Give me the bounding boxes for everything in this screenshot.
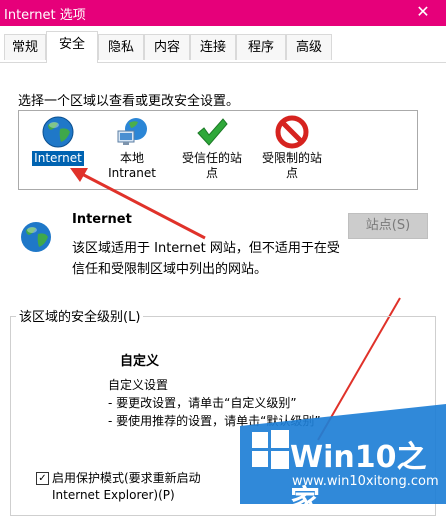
globe-icon [42, 116, 74, 148]
title-bar: Internet 选项 ✕ [0, 0, 446, 26]
tab-bar: 常规 安全 隐私 内容 连接 程序 高级 [0, 26, 446, 63]
sites-button[interactable]: 站点(S) [348, 213, 428, 239]
level-line: 自定义设置 [108, 378, 169, 392]
tab-content[interactable]: 内容 [144, 34, 190, 60]
zone-description: 该区域适用于 Internet 网站，但不适用于在受信任和受限制区域中列出的网站… [72, 241, 340, 277]
zone-instruction: 选择一个区域以查看或更改安全设置。 [18, 94, 240, 109]
window-title: Internet 选项 [4, 8, 86, 23]
zone-label-line2: 点 [285, 166, 298, 180]
protected-mode-checkbox[interactable]: ✓ 启用保护模式(要求重新启动 Internet Explorer)(P) [36, 470, 201, 504]
tab-general[interactable]: 常规 [4, 34, 46, 60]
security-level-legend: 该区域的安全级别(L) [16, 306, 144, 325]
zone-label: 本地 [119, 151, 144, 165]
zone-label: 受限制的站 [261, 151, 322, 165]
zone-label: 受信任的站 [181, 151, 242, 165]
zone-label-line2: Intranet [108, 166, 156, 180]
tab-security[interactable]: 安全 [46, 31, 98, 63]
zone-local-intranet[interactable]: 本地 Intranet [91, 115, 173, 181]
checkmark-icon [197, 118, 228, 146]
prohibited-icon [275, 115, 309, 149]
zone-title: Internet [72, 212, 132, 227]
tab-programs[interactable]: 程序 [236, 34, 286, 60]
zone-internet[interactable]: Internet [17, 115, 99, 167]
tab-advanced[interactable]: 高级 [286, 34, 332, 60]
zone-label: Internet [31, 150, 85, 167]
zone-restricted-sites[interactable]: 受限制的站 点 [251, 115, 333, 181]
tab-privacy[interactable]: 隐私 [98, 34, 144, 60]
protected-mode-label: 启用保护模式(要求重新启动 [52, 471, 201, 485]
watermark-url: www.win10xitong.com [292, 474, 439, 489]
intranet-icon [117, 118, 147, 145]
globe-icon [21, 222, 51, 252]
checkbox-icon[interactable]: ✓ [36, 472, 49, 485]
tab-connections[interactable]: 连接 [190, 34, 236, 60]
zone-label-line2: 点 [205, 166, 218, 180]
zone-trusted-sites[interactable]: 受信任的站 点 [171, 115, 253, 181]
close-icon[interactable]: ✕ [400, 0, 446, 26]
zone-list: Internet 本地 Intranet 受信任的站 点 受限制的站 点 [18, 110, 418, 190]
protected-mode-label-line2: Internet Explorer)(P) [52, 488, 175, 502]
security-level-title: 自定义 [120, 354, 160, 369]
